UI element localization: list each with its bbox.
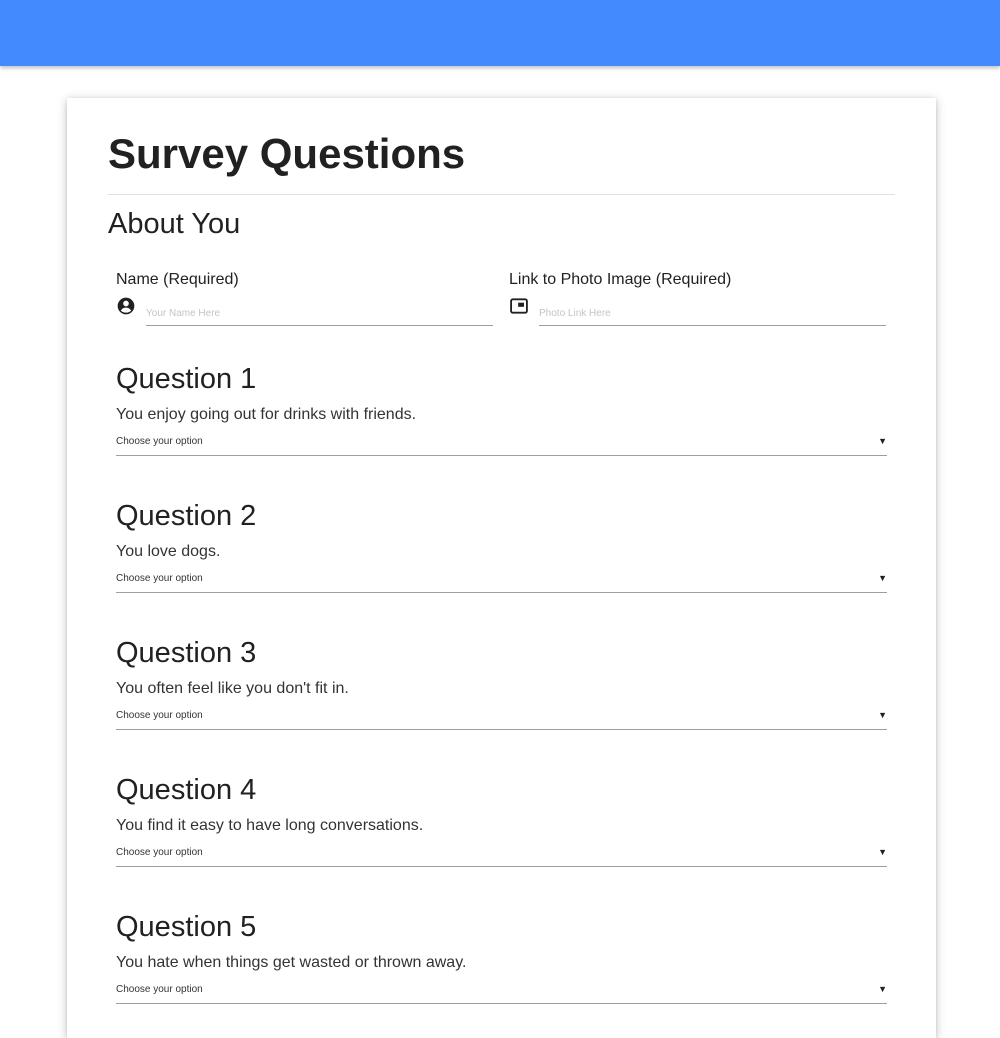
question-5-selected-value: Choose your option (116, 984, 203, 995)
question-2-select[interactable]: Choose your option ▼ (116, 570, 887, 593)
page-title: Survey Questions (108, 130, 466, 177)
title-divider (108, 194, 895, 195)
question-4-text: You find it easy to have long conversati… (116, 817, 424, 834)
question-5-select[interactable]: Choose your option ▼ (116, 981, 887, 1004)
caret-down-icon: ▼ (878, 573, 887, 583)
section-title-about-you: About You (108, 208, 241, 240)
question-3-text: You often feel like you don't fit in. (116, 680, 349, 697)
question-5: Question 5 You hate when things get wast… (116, 909, 887, 1019)
question-4-selected-value: Choose your option (116, 847, 203, 858)
caret-down-icon: ▼ (878, 436, 887, 446)
caret-down-icon: ▼ (878, 847, 887, 857)
question-1-selected-value: Choose your option (116, 436, 203, 447)
top-app-bar (0, 0, 1000, 66)
question-2-selected-value: Choose your option (116, 573, 203, 584)
photo-link-field-label: Link to Photo Image (Required) (509, 271, 732, 288)
picture-in-picture-icon (510, 298, 528, 314)
name-field-label: Name (Required) (116, 271, 239, 288)
question-1-select[interactable]: Choose your option ▼ (116, 433, 887, 456)
question-1-text: You enjoy going out for drinks with frie… (116, 406, 417, 423)
question-3-title: Question 3 (116, 637, 257, 669)
question-1: Question 1 You enjoy going out for drink… (116, 361, 887, 471)
question-4-title: Question 4 (116, 774, 257, 806)
account-circle-icon (117, 297, 135, 315)
question-4: Question 4 You find it easy to have long… (116, 772, 887, 882)
question-2-title: Question 2 (116, 500, 257, 532)
question-3-selected-value: Choose your option (116, 710, 203, 721)
question-5-text: You hate when things get wasted or throw… (116, 954, 467, 971)
question-3: Question 3 You often feel like you don't… (116, 635, 887, 745)
question-3-select[interactable]: Choose your option ▼ (116, 707, 887, 730)
question-4-select[interactable]: Choose your option ▼ (116, 844, 887, 867)
question-1-title: Question 1 (116, 363, 257, 395)
caret-down-icon: ▼ (878, 984, 887, 994)
question-2: Question 2 You love dogs. Choose your op… (116, 498, 887, 608)
caret-down-icon: ▼ (878, 710, 887, 720)
name-input[interactable] (146, 301, 493, 326)
question-5-title: Question 5 (116, 911, 257, 943)
question-2-text: You love dogs. (116, 543, 221, 560)
photo-link-input[interactable] (539, 301, 886, 326)
survey-card: Survey Questions About You Name (Require… (67, 98, 936, 1038)
